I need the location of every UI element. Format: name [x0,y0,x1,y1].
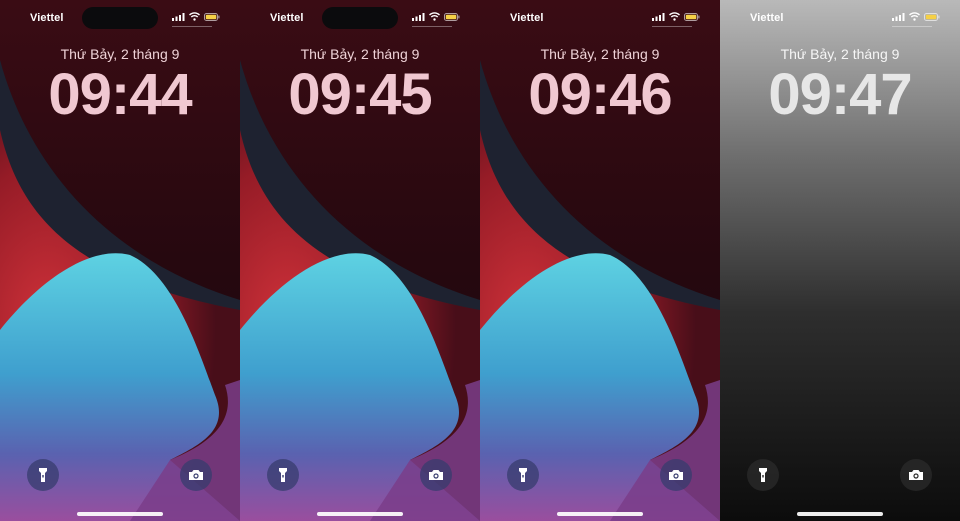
flashlight-button[interactable] [27,459,59,491]
status-bar: Viettel [240,0,480,36]
home-indicator[interactable] [557,512,643,516]
flashlight-button[interactable] [267,459,299,491]
status-divider [172,26,212,27]
dynamic-island [82,7,158,29]
home-indicator[interactable] [317,512,403,516]
camera-icon [669,470,683,480]
carrier-label: Viettel [30,12,64,24]
camera-icon [909,470,923,480]
lock-time: 09:45 [288,62,432,127]
lockscreen-panel: Viettel Thứ Bảy, 2 tháng 9 09:44 [0,0,240,521]
wifi-icon [669,12,680,21]
battery-icon [204,13,220,21]
lockscreen-panel: Viettel Thứ Bảy, 2 tháng 9 09:47 [720,0,960,521]
home-indicator[interactable] [77,512,163,516]
camera-button[interactable] [900,459,932,491]
camera-button[interactable] [420,459,452,491]
wifi-icon [189,12,200,21]
status-bar: Viettel [0,0,240,36]
carrier-label: Viettel [510,12,544,24]
lock-time: 09:46 [528,62,672,127]
flashlight-icon [39,468,47,482]
home-indicator[interactable] [797,512,883,516]
lock-time: 09:47 [768,62,912,127]
cellular-signal-icon [652,13,665,21]
flashlight-button[interactable] [747,459,779,491]
status-bar: Viettel [480,0,720,36]
lockscreen-panel: Viettel Thứ Bảy, 2 tháng 9 09:45 [240,0,480,521]
flashlight-icon [759,468,767,482]
status-divider [652,26,692,27]
status-bar: Viettel [720,0,960,36]
lock-time: 09:44 [48,62,192,127]
camera-button[interactable] [660,459,692,491]
cellular-signal-icon [892,13,905,21]
wifi-icon [909,12,920,21]
status-divider [412,26,452,27]
camera-button[interactable] [180,459,212,491]
battery-icon [684,13,700,21]
status-divider [892,26,932,27]
flashlight-icon [279,468,287,482]
dynamic-island [322,7,398,29]
flashlight-button[interactable] [507,459,539,491]
cellular-signal-icon [412,13,425,21]
carrier-label: Viettel [270,12,304,24]
battery-icon [444,13,460,21]
camera-icon [189,470,203,480]
lockscreen-strip: Viettel Thứ Bảy, 2 tháng 9 09:44 Viettel [0,0,960,521]
wifi-icon [429,12,440,21]
camera-icon [429,470,443,480]
cellular-signal-icon [172,13,185,21]
lockscreen-panel: Viettel Thứ Bảy, 2 tháng 9 09:46 [480,0,720,521]
carrier-label: Viettel [750,12,784,24]
battery-icon [924,13,940,21]
flashlight-icon [519,468,527,482]
